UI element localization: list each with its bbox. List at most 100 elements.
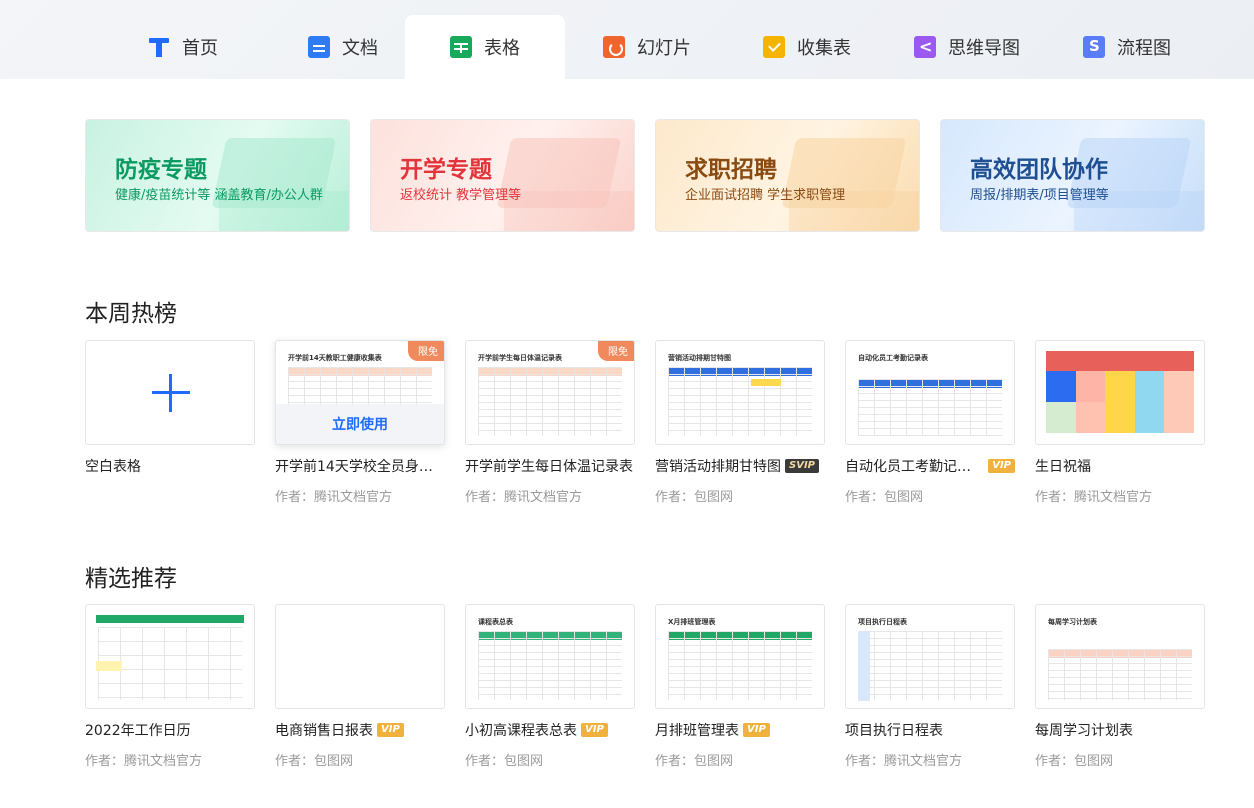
tab-label: 幻灯片 bbox=[637, 38, 691, 59]
banner-recruit[interactable]: 求职招聘 企业面试招聘 学生求职管理 bbox=[655, 119, 920, 232]
template-name: 空白表格 bbox=[85, 459, 141, 475]
home-icon bbox=[148, 36, 170, 58]
slide-icon bbox=[603, 36, 625, 58]
tab-label: 流程图 bbox=[1117, 38, 1171, 59]
template-card[interactable]: 开学前14天教职工健康收集表 限免 立即使用 开学前14天学校全员身体健康...… bbox=[275, 340, 445, 505]
template-thumbnail[interactable]: 自动化员工考勤记录表 bbox=[845, 340, 1015, 445]
free-corner-badge: 限免 bbox=[408, 341, 444, 361]
template-name: 项目执行日程表 bbox=[845, 723, 943, 739]
tab-home[interactable]: 首页 bbox=[103, 15, 263, 79]
template-author: 作者：包图网 bbox=[845, 490, 924, 505]
template-name: 生日祝福 bbox=[1035, 459, 1091, 475]
free-corner-badge: 限免 bbox=[598, 341, 634, 361]
template-author: 作者：腾讯文档官方 bbox=[1035, 490, 1153, 505]
flowchart-icon bbox=[1083, 36, 1105, 58]
template-card[interactable]: 2022年工作日历 作者：腾讯文档官方 bbox=[85, 604, 255, 769]
banner-school[interactable]: 开学专题 返校统计 教学管理等 bbox=[370, 119, 635, 232]
tab-form[interactable]: 收集表 bbox=[727, 15, 887, 79]
template-thumbnail[interactable]: 营销活动排期甘特图 bbox=[655, 340, 825, 445]
tab-label: 表格 bbox=[484, 38, 520, 59]
banner-title: 防疫专题 bbox=[115, 157, 207, 183]
tab-label: 收集表 bbox=[797, 38, 851, 59]
template-card[interactable]: 营销活动排期甘特图 营销活动排期甘特图 SVIP 作者：包图网 bbox=[655, 340, 825, 505]
template-name: 开学前学生每日体温记录表 bbox=[465, 459, 633, 475]
template-name: 电商销售日报表 bbox=[275, 723, 373, 739]
thumb-title: 每周学习计划表 bbox=[1048, 618, 1097, 626]
section-title-featured: 精选推荐 bbox=[85, 566, 177, 592]
svip-badge: SVIP bbox=[785, 459, 819, 473]
vip-badge: VIP bbox=[988, 459, 1015, 473]
template-author: 作者：腾讯文档官方 bbox=[275, 490, 393, 505]
vip-badge: VIP bbox=[377, 723, 404, 737]
template-card[interactable]: 每周学习计划表 每周学习计划表 作者：包图网 bbox=[1035, 604, 1205, 769]
banner-teamwork[interactable]: 高效团队协作 周报/排期表/项目管理等 bbox=[940, 119, 1205, 232]
tab-doc[interactable]: 文档 bbox=[263, 15, 423, 79]
template-thumbnail[interactable]: 开学前学生每日体温记录表 限免 bbox=[465, 340, 635, 445]
template-author: 作者：腾讯文档官方 bbox=[845, 754, 963, 769]
template-name: 营销活动排期甘特图 bbox=[655, 459, 781, 475]
banner-decoration bbox=[504, 191, 634, 231]
form-icon bbox=[763, 36, 785, 58]
tab-mindmap[interactable]: 思维导图 bbox=[887, 15, 1047, 79]
template-card[interactable]: 课程表总表 小初高课程表总表 VIP 作者：包图网 bbox=[465, 604, 635, 769]
template-card[interactable]: 生日祝福 作者：腾讯文档官方 bbox=[1035, 340, 1205, 505]
thumb-title: 课程表总表 bbox=[478, 618, 513, 626]
template-thumbnail[interactable] bbox=[85, 340, 255, 445]
template-name: 2022年工作日历 bbox=[85, 723, 191, 739]
template-thumbnail[interactable]: 每周学习计划表 bbox=[1035, 604, 1205, 709]
thumb-title: 营销活动排期甘特图 bbox=[668, 354, 731, 362]
doc-icon bbox=[308, 36, 330, 58]
banner-subtitle: 健康/疫苗统计等 涵盖教育/办公人群 bbox=[115, 188, 323, 203]
tab-label: 思维导图 bbox=[948, 38, 1020, 59]
banner-subtitle: 周报/排期表/项目管理等 bbox=[970, 188, 1109, 203]
vip-badge: VIP bbox=[581, 723, 608, 737]
template-author: 作者：包图网 bbox=[1035, 754, 1114, 769]
template-card[interactable]: 电商销售日报表 VIP 作者：包图网 bbox=[275, 604, 445, 769]
thumb-title: 自动化员工考勤记录表 bbox=[858, 354, 928, 362]
template-author: 作者：腾讯文档官方 bbox=[85, 754, 203, 769]
template-card[interactable]: 项目执行日程表 项目执行日程表 作者：腾讯文档官方 bbox=[845, 604, 1015, 769]
template-author: 作者：包图网 bbox=[655, 754, 734, 769]
template-thumbnail[interactable]: 项目执行日程表 bbox=[845, 604, 1015, 709]
template-card[interactable]: 自动化员工考勤记录表 自动化员工考勤记录表 VIP 作者：包图网 bbox=[845, 340, 1015, 505]
thumb-title: X月排班管理表 bbox=[668, 618, 716, 626]
thumb-title: 开学前学生每日体温记录表 bbox=[478, 354, 562, 362]
banner-subtitle: 企业面试招聘 学生求职管理 bbox=[685, 188, 846, 203]
sheet-icon bbox=[450, 36, 472, 58]
template-card[interactable]: X月排班管理表 月排班管理表 VIP 作者：包图网 bbox=[655, 604, 825, 769]
template-name: 自动化员工考勤记录表 bbox=[845, 459, 985, 475]
use-now-button[interactable]: 立即使用 bbox=[276, 404, 444, 444]
tab-sheet[interactable]: 表格 bbox=[405, 15, 565, 79]
template-thumbnail[interactable]: 课程表总表 bbox=[465, 604, 635, 709]
template-thumbnail[interactable] bbox=[85, 604, 255, 709]
template-card-blank[interactable]: 空白表格 bbox=[85, 340, 255, 476]
banner-subtitle: 返校统计 教学管理等 bbox=[400, 188, 522, 203]
template-thumbnail[interactable] bbox=[1035, 340, 1205, 445]
top-tab-bar: 首页 文档 表格 幻灯片 收集表 思维导图 流程图 bbox=[0, 0, 1254, 79]
template-thumbnail[interactable]: X月排班管理表 bbox=[655, 604, 825, 709]
tab-flowchart[interactable]: 流程图 bbox=[1047, 15, 1207, 79]
template-author: 作者：腾讯文档官方 bbox=[465, 490, 583, 505]
template-author: 作者：包图网 bbox=[655, 490, 734, 505]
template-name: 每周学习计划表 bbox=[1035, 723, 1133, 739]
vip-badge: VIP bbox=[743, 723, 770, 737]
template-author: 作者：包图网 bbox=[275, 754, 354, 769]
thumb-title: 项目执行日程表 bbox=[858, 618, 907, 626]
section-title-hot: 本周热榜 bbox=[85, 301, 177, 327]
template-thumbnail[interactable]: 开学前14天教职工健康收集表 限免 立即使用 bbox=[275, 340, 445, 445]
banner-epidemic[interactable]: 防疫专题 健康/疫苗统计等 涵盖教育/办公人群 bbox=[85, 119, 350, 232]
template-name: 月排班管理表 bbox=[655, 723, 739, 739]
banner-title: 高效团队协作 bbox=[970, 157, 1108, 183]
template-name: 开学前14天学校全员身体健康... bbox=[275, 459, 445, 475]
template-author: 作者：包图网 bbox=[465, 754, 544, 769]
template-thumbnail[interactable] bbox=[275, 604, 445, 709]
template-name: 小初高课程表总表 bbox=[465, 723, 577, 739]
plus-icon bbox=[152, 374, 190, 412]
mindmap-icon bbox=[914, 36, 936, 58]
tab-label: 首页 bbox=[182, 38, 218, 59]
tab-label: 文档 bbox=[342, 38, 378, 59]
banner-title: 求职招聘 bbox=[685, 157, 777, 183]
tab-slide[interactable]: 幻灯片 bbox=[567, 15, 727, 79]
template-card[interactable]: 开学前学生每日体温记录表 限免 开学前学生每日体温记录表 作者：腾讯文档官方 bbox=[465, 340, 635, 505]
thumb-title: 开学前14天教职工健康收集表 bbox=[288, 354, 382, 362]
